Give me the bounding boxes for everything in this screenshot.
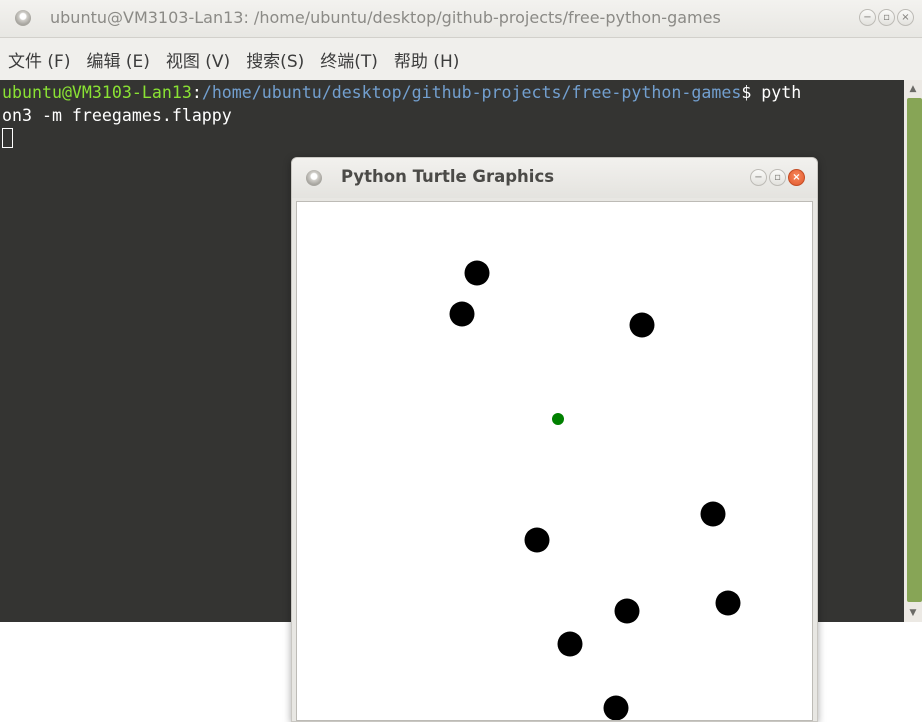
scrollbar-thumb[interactable] [907, 98, 922, 602]
close-icon[interactable]: × [897, 9, 914, 26]
obstacle-ball [464, 260, 490, 286]
obstacle-ball [715, 590, 741, 616]
bird-player [552, 413, 564, 425]
menu-terminal[interactable]: 终端(T) [320, 47, 378, 72]
maximize-icon[interactable]: ▫ [769, 169, 786, 186]
maximize-icon[interactable]: ▫ [878, 9, 895, 26]
obstacle-ball [557, 631, 583, 657]
text-cursor [2, 128, 13, 148]
turtle-window-title: Python Turtle Graphics [341, 167, 555, 186]
terminal-menubar: 文件 (F) 编辑 (E) 视图 (V) 搜索(S) 终端(T) 帮助 (H) [0, 38, 922, 80]
turtle-canvas[interactable] [296, 201, 813, 721]
scroll-down-icon[interactable]: ▼ [904, 604, 922, 622]
terminal-line: ubuntu@VM3103-Lan13:/home/ubuntu/desktop… [2, 81, 904, 104]
terminal-scrollbar[interactable]: ▲ ▼ [904, 80, 922, 622]
window-menu-icon[interactable] [306, 170, 322, 186]
obstacle-ball [524, 527, 550, 553]
command-text-wrapped: on3 -m freegames.flappy [2, 106, 232, 125]
obstacle-ball [603, 695, 629, 720]
terminal-line: on3 -m freegames.flappy [2, 104, 904, 127]
minimize-icon[interactable]: − [750, 169, 767, 186]
menu-file[interactable]: 文件 (F) [8, 47, 70, 72]
window-menu-icon[interactable] [15, 10, 31, 26]
terminal-titlebar[interactable]: ubuntu@VM3103-Lan13: /home/ubuntu/deskto… [0, 0, 922, 38]
obstacle-ball [700, 501, 726, 527]
terminal-window-controls: − ▫ × [859, 9, 914, 26]
menu-edit[interactable]: 编辑 (E) [86, 47, 149, 72]
minimize-icon[interactable]: − [859, 9, 876, 26]
menu-view[interactable]: 视图 (V) [166, 47, 230, 72]
command-text: pyth [761, 83, 802, 102]
obstacle-ball [629, 312, 655, 338]
terminal-title: ubuntu@VM3103-Lan13: /home/ubuntu/deskto… [50, 8, 721, 27]
scroll-up-icon[interactable]: ▲ [904, 80, 922, 98]
terminal-line [2, 127, 904, 150]
game-drawing [449, 260, 741, 720]
close-icon[interactable]: × [788, 169, 805, 186]
menu-help[interactable]: 帮助 (H) [394, 47, 459, 72]
prompt-path: /home/ubuntu/desktop/github-projects/fre… [201, 83, 742, 102]
obstacle-ball [614, 598, 640, 624]
prompt-symbol: $ [741, 83, 762, 102]
turtle-graphics-window: Python Turtle Graphics − ▫ × [291, 157, 818, 722]
turtle-titlebar[interactable]: Python Turtle Graphics − ▫ × [292, 158, 817, 198]
obstacle-ball [449, 301, 475, 327]
menu-search[interactable]: 搜索(S) [246, 47, 304, 72]
turtle-window-controls: − ▫ × [750, 169, 805, 186]
prompt-user: ubuntu@VM3103-Lan13 [2, 83, 192, 102]
prompt-separator: : [191, 83, 202, 102]
